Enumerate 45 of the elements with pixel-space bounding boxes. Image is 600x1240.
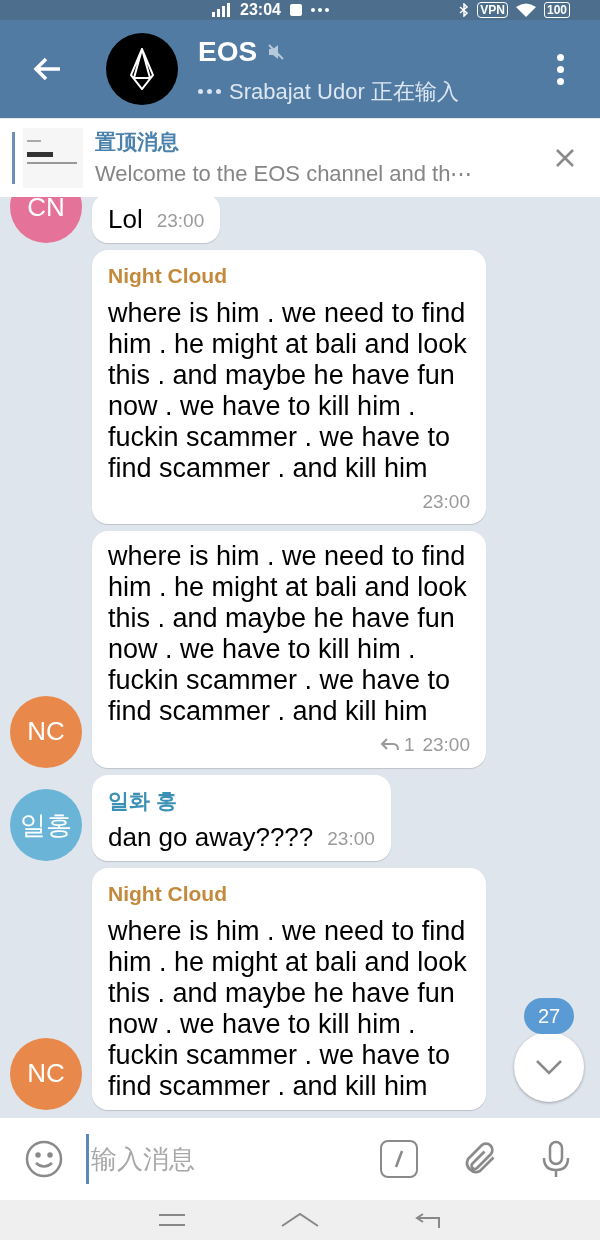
smiley-icon <box>25 1140 63 1178</box>
vpn-indicator: VPN <box>477 2 508 18</box>
pinned-label: 置顶消息 <box>95 128 180 155</box>
clock: 23:04 <box>240 0 281 20</box>
scroll-down-button[interactable] <box>514 1032 584 1102</box>
close-icon <box>555 148 575 168</box>
typing-dots-icon <box>198 88 221 94</box>
microphone-icon <box>541 1140 571 1178</box>
menu-icon[interactable] <box>156 1213 187 1227</box>
reply-count: 1 <box>403 733 415 757</box>
message-time: 23:00 <box>156 208 205 233</box>
message-time: 23:00 <box>422 489 470 514</box>
sender-name: Night Cloud <box>108 263 228 289</box>
avatar[interactable]: NC <box>10 1037 82 1110</box>
bot-command-button[interactable] <box>380 1140 418 1178</box>
back-arrow-icon <box>33 57 61 81</box>
sender-name: 일화 홍 <box>108 787 178 814</box>
pinned-message-bar[interactable]: 置顶消息 Welcome to the EOS channel and th⋯ <box>0 118 600 197</box>
avatar[interactable]: CN <box>10 197 82 243</box>
battery-indicator: 100 <box>543 2 570 18</box>
chevron-down-icon <box>535 1059 563 1075</box>
message-text: where is him . we need to find him . he might at bali and look this . and maybe he have fun now . we have to kill him . fuckin scammer . we have to find scammer . and kill him <box>108 541 468 727</box>
notification-icon <box>288 3 303 17</box>
message-text: dan go away???? <box>108 822 314 853</box>
avatar[interactable]: NC <box>10 695 82 768</box>
emoji-button[interactable] <box>24 1139 64 1179</box>
sender-name: Night Cloud <box>108 881 228 907</box>
message-text: Lol <box>108 204 143 235</box>
message-text: where is him . we need to find him . he might at bali and look this . and maybe he have fun now . we have to kill him . fuckin scammer . we have to find scammer . and kill him <box>108 297 468 484</box>
signal-icon <box>210 3 232 17</box>
eos-logo-icon <box>128 48 156 90</box>
wifi-icon <box>515 3 536 17</box>
more-notifications-icon <box>310 8 329 12</box>
slash-icon <box>394 1150 404 1168</box>
message-time: 23:00 <box>422 733 470 757</box>
message-time: 23:00 <box>327 826 375 851</box>
message-text: where is him . we need to find him . he might at bali and look this . and maybe he have fun now . we have to kill him . fuckin scammer . we have to find scammer . and kill him <box>108 915 468 1102</box>
pinned-preview: Welcome to the EOS channel and th⋯ <box>95 160 474 189</box>
chat-title: EOS <box>198 34 258 69</box>
bluetooth-icon <box>459 3 470 17</box>
typing-status: Srabajat Udor 正在输入 <box>229 77 459 106</box>
pinned-thumbnail <box>23 128 83 188</box>
avatar[interactable]: 일홍 <box>10 789 82 861</box>
unread-badge: 27 <box>524 998 574 1034</box>
home-icon[interactable] <box>280 1212 320 1228</box>
